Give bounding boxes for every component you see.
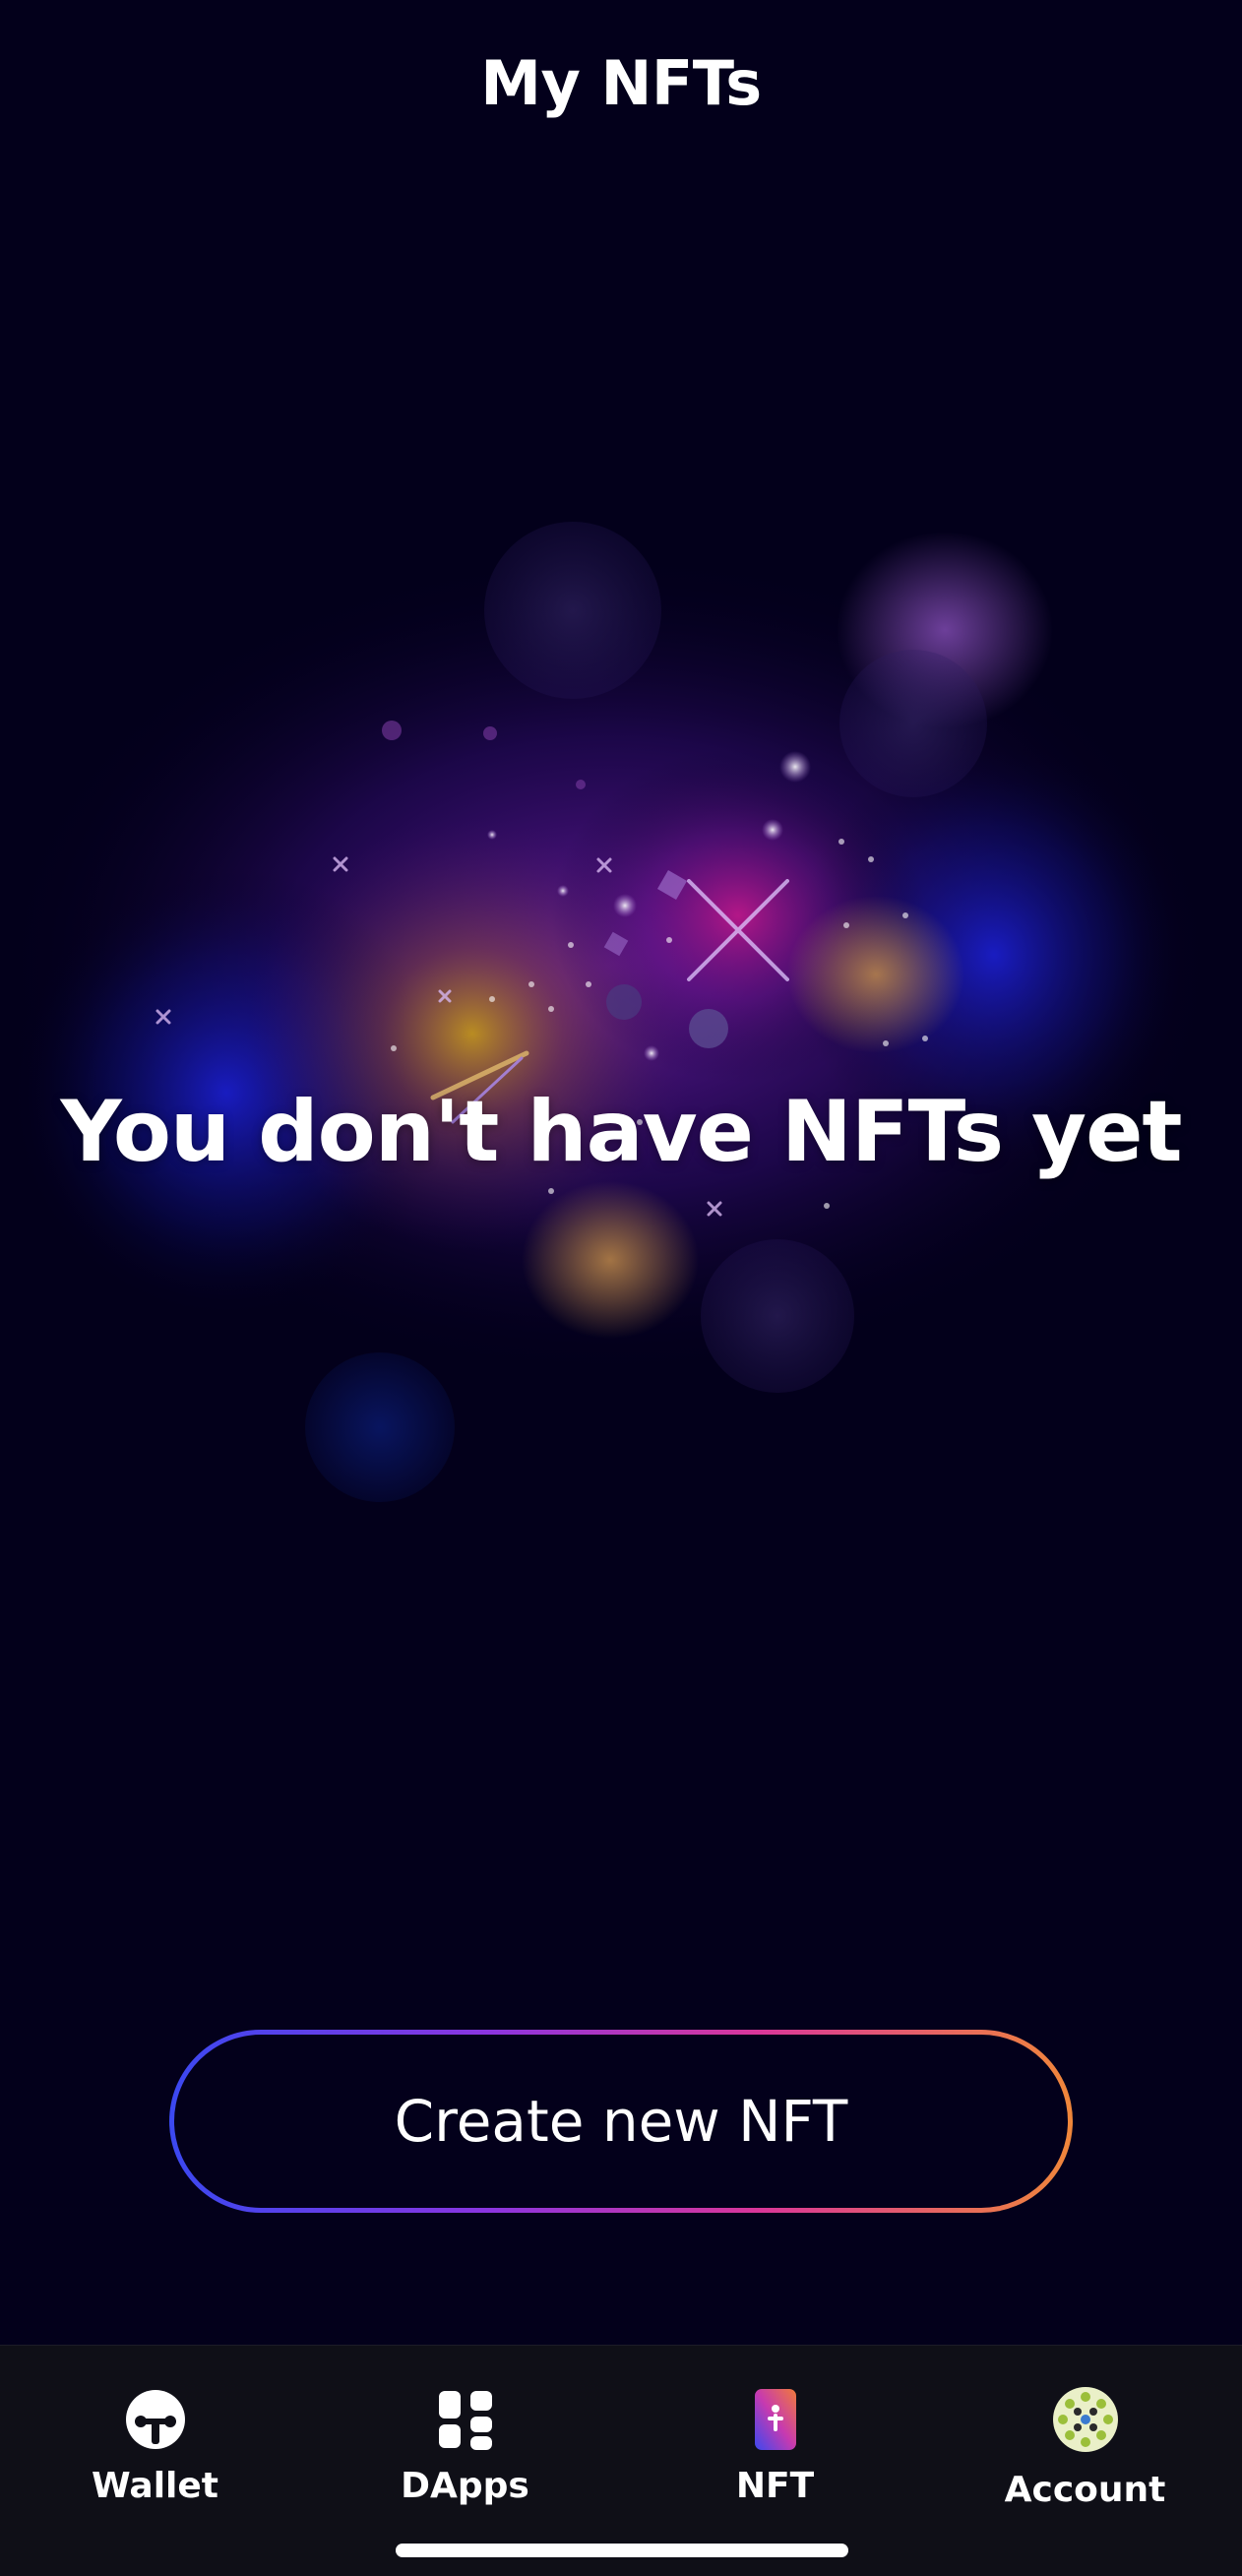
create-nft-button[interactable]: Create new NFT [169,2030,1073,2213]
bottom-nav: Wallet DApps NFT Account [0,2345,1242,2576]
nav-item-nft[interactable]: NFT [620,2346,930,2543]
dapps-grid-icon [438,2391,492,2450]
empty-state-message: You don't have NFTs yet [60,1083,1182,1181]
create-nft-button-label: Create new NFT [174,2035,1068,2208]
galaxy-illustration [0,522,1220,1502]
home-indicator [396,2544,848,2557]
nav-item-dapps[interactable]: DApps [310,2346,620,2543]
nav-item-wallet[interactable]: Wallet [0,2346,310,2543]
nav-label-wallet: Wallet [91,2466,219,2506]
nav-label-account: Account [1004,2470,1166,2510]
nft-screen: My NFTs You don't have NFTs yet Create n… [0,0,1242,2576]
nav-label-dapps: DApps [401,2466,529,2506]
wallet-shield-icon [125,2390,185,2449]
orb-top [484,522,661,699]
nft-card-icon [754,2389,796,2450]
nav-label-nft: NFT [735,2466,815,2506]
page-title: My NFTs [480,47,762,119]
account-avatar-icon [1052,2387,1118,2452]
nav-item-account[interactable]: Account [930,2346,1240,2543]
